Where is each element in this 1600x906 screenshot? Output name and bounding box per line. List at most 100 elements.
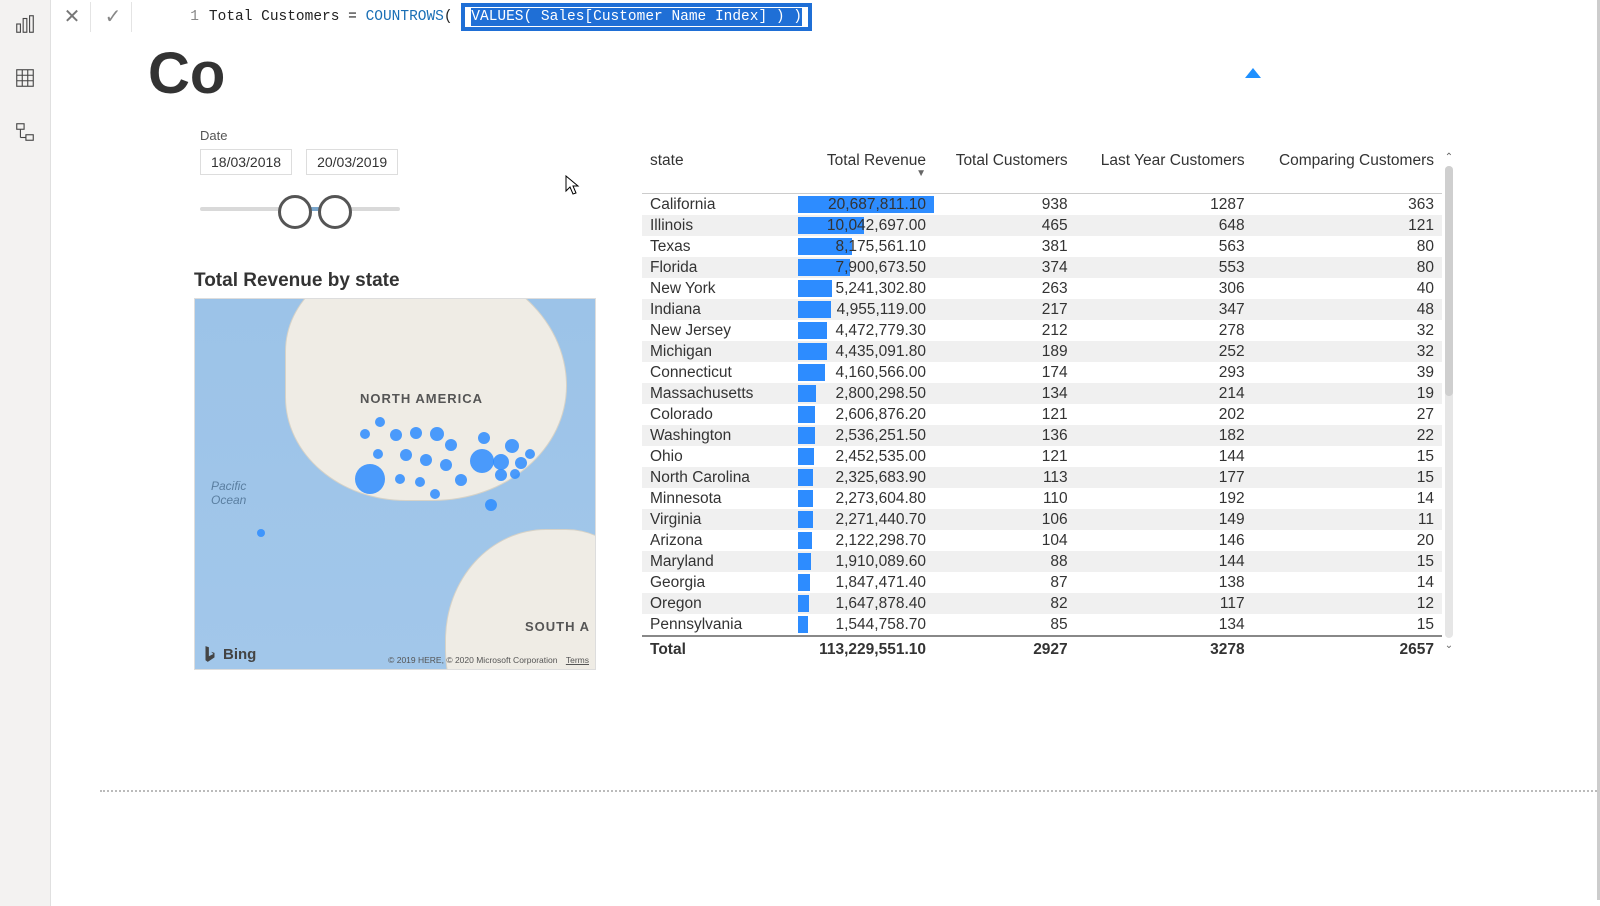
table-visual[interactable]: state Total Revenue▼ Total Customers Las…: [642, 148, 1442, 661]
table-row[interactable]: Connecticut4,160,566.0017429339: [642, 362, 1442, 383]
date-range-slider[interactable]: [200, 189, 400, 229]
map-bubble[interactable]: [430, 489, 440, 499]
scroll-up-icon[interactable]: ⌃: [1442, 152, 1456, 164]
model-view-button[interactable]: [7, 114, 43, 150]
map-bubble[interactable]: [510, 469, 520, 479]
cell-customers: 134: [934, 383, 1076, 404]
cell-revenue: 1,647,878.40: [798, 593, 934, 614]
table-row[interactable]: New York5,241,302.8026330640: [642, 278, 1442, 299]
date-start-input[interactable]: 18/03/2018: [200, 149, 292, 175]
cell-customers: 189: [934, 341, 1076, 362]
map-terms-link[interactable]: Terms: [566, 655, 589, 665]
page-divider: [100, 790, 1600, 792]
table-row[interactable]: Ohio2,452,535.0012114415: [642, 446, 1442, 467]
landmass-sa: [445, 529, 596, 670]
table-row[interactable]: Michigan4,435,091.8018925232: [642, 341, 1442, 362]
table-row[interactable]: Georgia1,847,471.408713814: [642, 572, 1442, 593]
map-bubble[interactable]: [440, 459, 452, 471]
scroll-thumb[interactable]: [1445, 166, 1453, 396]
data-view-button[interactable]: [7, 60, 43, 96]
map-bubble[interactable]: [375, 417, 385, 427]
map-bubble[interactable]: [395, 474, 405, 484]
cell-revenue: 2,800,298.50: [798, 383, 934, 404]
bing-icon: [203, 645, 217, 663]
map-canvas[interactable]: NORTH AMERICA SOUTH A Pacific Ocean: [194, 298, 596, 670]
map-bubble[interactable]: [430, 427, 444, 441]
map-bubble[interactable]: [420, 454, 432, 466]
table-row[interactable]: Massachusetts2,800,298.5013421419: [642, 383, 1442, 404]
map-bubble[interactable]: [355, 464, 385, 494]
table-row[interactable]: North Carolina2,325,683.9011317715: [642, 467, 1442, 488]
table-row[interactable]: Indiana4,955,119.0021734748: [642, 299, 1442, 320]
col-state[interactable]: state: [642, 148, 798, 194]
formula-text[interactable]: 1Total Customers = COUNTROWS( VALUES( Sa…: [132, 0, 818, 43]
table-row[interactable]: Colorado2,606,876.2012120227: [642, 404, 1442, 425]
map-bubble[interactable]: [470, 449, 494, 473]
table-row[interactable]: Pennsylvania1,544,758.708513415: [642, 614, 1442, 636]
cell-revenue: 2,452,535.00: [798, 446, 934, 467]
map-bubble[interactable]: [515, 457, 527, 469]
table-row[interactable]: Maryland1,910,089.608814415: [642, 551, 1442, 572]
map-bubble[interactable]: [360, 429, 370, 439]
cell-ly: 306: [1076, 278, 1253, 299]
cell-comp: 11: [1253, 509, 1442, 530]
map-bubble[interactable]: [400, 449, 412, 461]
map-bubble[interactable]: [485, 499, 497, 511]
total-customers: 2927: [934, 636, 1076, 661]
date-slicer[interactable]: Date 18/03/2018 20/03/2019: [200, 128, 400, 229]
slider-handle-start[interactable]: [278, 195, 312, 229]
table-row[interactable]: New Jersey4,472,779.3021227832: [642, 320, 1442, 341]
col-revenue[interactable]: Total Revenue▼: [798, 148, 934, 194]
report-canvas: ✕ ✓ 1Total Customers = COUNTROWS( VALUES…: [50, 0, 1600, 900]
cell-state: Massachusetts: [642, 383, 798, 404]
table-row[interactable]: Virginia2,271,440.7010614911: [642, 509, 1442, 530]
scroll-down-icon[interactable]: ⌄: [1442, 640, 1456, 652]
total-label: Total: [642, 636, 798, 661]
cell-customers: 174: [934, 362, 1076, 383]
table-row[interactable]: Florida7,900,673.5037455380: [642, 257, 1442, 278]
table-row[interactable]: California20,687,811.109381287363: [642, 194, 1442, 216]
table-scrollbar[interactable]: ⌃ ⌄: [1442, 152, 1456, 652]
map-bubble[interactable]: [415, 477, 425, 487]
cell-comp: 40: [1253, 278, 1442, 299]
table-row[interactable]: Washington2,536,251.5013618222: [642, 425, 1442, 446]
cell-comp: 20: [1253, 530, 1442, 551]
map-bubble[interactable]: [373, 449, 383, 459]
cell-revenue: 20,687,811.10: [798, 194, 934, 216]
total-revenue: 113,229,551.10: [798, 636, 934, 661]
slider-handle-end[interactable]: [318, 195, 352, 229]
formula-commit-button[interactable]: ✓: [95, 2, 132, 32]
cell-ly: 1287: [1076, 194, 1253, 216]
map-bubble[interactable]: [445, 439, 457, 451]
cell-revenue: 8,175,561.10: [798, 236, 934, 257]
report-view-button[interactable]: [7, 6, 43, 42]
cell-state: Texas: [642, 236, 798, 257]
table-row[interactable]: Illinois10,042,697.00465648121: [642, 215, 1442, 236]
table-row[interactable]: Arizona2,122,298.7010414620: [642, 530, 1442, 551]
map-visual[interactable]: Total Revenue by state NORTH AMERICA SOU…: [194, 270, 604, 670]
col-ly-customers[interactable]: Last Year Customers: [1076, 148, 1253, 194]
table-row[interactable]: Minnesota2,273,604.8011019214: [642, 488, 1442, 509]
map-bubble[interactable]: [478, 432, 490, 444]
col-comp-customers[interactable]: Comparing Customers: [1253, 148, 1442, 194]
cell-revenue: 4,472,779.30: [798, 320, 934, 341]
date-end-input[interactable]: 20/03/2019: [306, 149, 398, 175]
map-bubble[interactable]: [495, 469, 507, 481]
map-bubble[interactable]: [493, 454, 509, 470]
revenue-table[interactable]: state Total Revenue▼ Total Customers Las…: [642, 148, 1442, 661]
table-row[interactable]: Texas8,175,561.1038156380: [642, 236, 1442, 257]
formula-bar[interactable]: ✕ ✓ 1Total Customers = COUNTROWS( VALUES…: [50, 0, 818, 34]
map-bubble[interactable]: [525, 449, 535, 459]
map-bubble[interactable]: [455, 474, 467, 486]
map-bubble[interactable]: [410, 427, 422, 439]
map-bubble[interactable]: [257, 529, 265, 537]
cell-ly: 144: [1076, 551, 1253, 572]
bing-logo: Bing: [203, 645, 256, 663]
cell-revenue: 1,544,758.70: [798, 614, 934, 636]
formula-cancel-button[interactable]: ✕: [54, 2, 91, 32]
cell-ly: 134: [1076, 614, 1253, 636]
map-bubble[interactable]: [390, 429, 402, 441]
map-bubble[interactable]: [505, 439, 519, 453]
table-row[interactable]: Oregon1,647,878.408211712: [642, 593, 1442, 614]
col-customers[interactable]: Total Customers: [934, 148, 1076, 194]
